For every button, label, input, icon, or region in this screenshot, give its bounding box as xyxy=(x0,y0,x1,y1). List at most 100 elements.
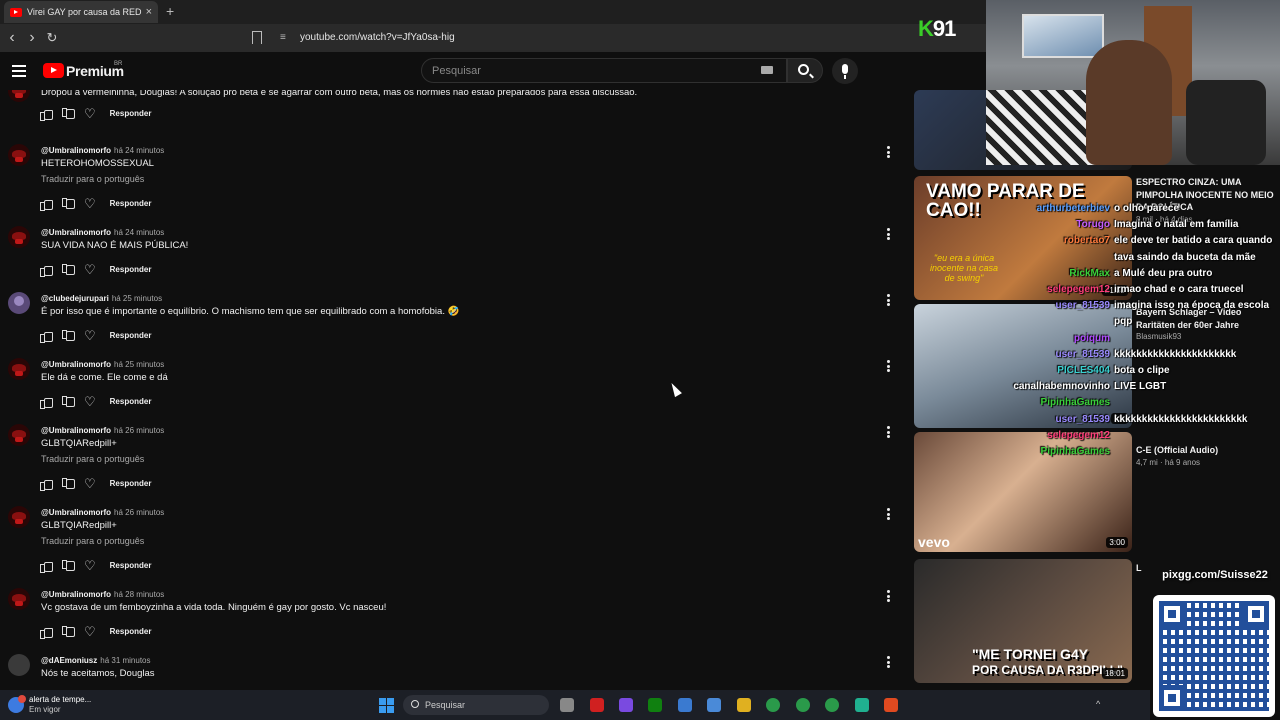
more-options-icon[interactable] xyxy=(887,426,890,438)
more-options-icon[interactable] xyxy=(887,590,890,602)
more-options-icon[interactable] xyxy=(887,294,890,306)
comment-author[interactable]: @Umbralinomorfo xyxy=(41,508,111,517)
comment-author[interactable]: @Umbralinomorfo xyxy=(41,590,111,599)
comment-author[interactable]: @Umbralinomorfo xyxy=(41,146,111,155)
avatar[interactable] xyxy=(8,654,30,676)
xbox-icon[interactable] xyxy=(648,698,662,712)
reply-button[interactable]: Responder xyxy=(110,561,152,570)
comment-time[interactable]: há 24 minutos xyxy=(114,146,164,155)
avatar[interactable] xyxy=(8,588,30,610)
comment-author[interactable]: @clubedejurupari xyxy=(41,294,109,303)
thumbs-down-icon[interactable] xyxy=(62,477,75,489)
thumbs-down-icon[interactable] xyxy=(62,625,75,637)
brave-icon[interactable] xyxy=(884,698,898,712)
thumbs-up-icon[interactable] xyxy=(40,478,53,491)
more-options-icon[interactable] xyxy=(887,228,890,240)
thumbs-up-icon[interactable] xyxy=(40,108,53,121)
avatar[interactable] xyxy=(8,226,30,248)
heart-icon[interactable]: ♡ xyxy=(84,263,96,276)
search-button[interactable] xyxy=(787,58,823,83)
thumbs-up-icon[interactable] xyxy=(40,560,53,573)
reply-button[interactable]: Responder xyxy=(110,199,152,208)
video-info[interactable]: ESPECTRO CINZA: UMA PIMPOLHA INOCENTE NO… xyxy=(1136,176,1276,225)
keyboard-icon[interactable] xyxy=(761,66,773,74)
heart-icon[interactable]: ♡ xyxy=(84,329,96,342)
comment-time[interactable]: há 31 minutos xyxy=(100,656,150,665)
reply-button[interactable]: Responder xyxy=(110,109,152,118)
menu-icon[interactable] xyxy=(12,65,26,77)
translate-link[interactable]: Traduzir para o português xyxy=(41,536,144,546)
comment-author[interactable]: @Umbralinomorfo xyxy=(41,228,111,237)
chrome-icon[interactable] xyxy=(825,698,839,712)
thumbs-down-icon[interactable] xyxy=(62,107,75,119)
app-icon[interactable] xyxy=(678,698,692,712)
app-icon[interactable] xyxy=(619,698,633,712)
back-icon[interactable]: ‹ xyxy=(2,29,22,47)
heart-icon[interactable]: ♡ xyxy=(84,477,96,490)
app-icon[interactable] xyxy=(855,698,869,712)
reply-button[interactable]: Responder xyxy=(110,397,152,406)
chrome-icon[interactable] xyxy=(766,698,780,712)
taskbar-search-input[interactable]: Pesquisar xyxy=(403,695,549,715)
reply-button[interactable]: Responder xyxy=(110,331,152,340)
more-options-icon[interactable] xyxy=(887,360,890,372)
thumbs-down-icon[interactable] xyxy=(62,559,75,571)
weather-widget[interactable]: alerta de tempe... Em vigor xyxy=(8,694,91,714)
site-info-icon[interactable]: ≡ xyxy=(280,32,286,43)
app-icon[interactable] xyxy=(590,698,604,712)
comment-time[interactable]: há 25 minutos xyxy=(114,360,164,369)
avatar[interactable] xyxy=(8,358,30,380)
thumbs-down-icon[interactable] xyxy=(62,395,75,407)
comment-time[interactable]: há 24 minutos xyxy=(114,228,164,237)
app-icon[interactable] xyxy=(707,698,721,712)
heart-icon[interactable]: ♡ xyxy=(84,559,96,572)
heart-icon[interactable]: ♡ xyxy=(84,107,96,120)
file-explorer-icon[interactable] xyxy=(737,698,751,712)
thumbs-down-icon[interactable] xyxy=(62,329,75,341)
search-input[interactable]: Pesquisar xyxy=(421,58,787,83)
avatar[interactable] xyxy=(8,506,30,528)
avatar[interactable] xyxy=(8,424,30,446)
reload-icon[interactable]: ↻ xyxy=(42,30,62,46)
thumbs-down-icon[interactable] xyxy=(62,197,75,209)
comment-time[interactable]: há 26 minutos xyxy=(114,508,164,517)
comment-time[interactable]: há 28 minutos xyxy=(114,590,164,599)
tray-expand-icon[interactable]: ^ xyxy=(1096,699,1100,709)
comment-time[interactable]: há 25 minutos xyxy=(112,294,162,303)
comment-author[interactable]: @Umbralinomorfo xyxy=(41,426,111,435)
reply-button[interactable]: Responder xyxy=(110,479,152,488)
more-options-icon[interactable] xyxy=(887,146,890,158)
thumbs-up-icon[interactable] xyxy=(40,264,53,277)
new-tab-icon[interactable]: + xyxy=(166,3,174,19)
bookmark-icon[interactable] xyxy=(252,31,262,44)
browser-tab[interactable]: Virei GAY por causa da REDPILL × xyxy=(4,1,158,23)
thumbs-up-icon[interactable] xyxy=(40,198,53,211)
translate-link[interactable]: Traduzir para o português xyxy=(41,174,144,184)
more-options-icon[interactable] xyxy=(887,508,890,520)
comment-author[interactable]: @dAEmoniusz xyxy=(41,656,97,665)
avatar[interactable] xyxy=(8,292,30,314)
microphone-icon[interactable] xyxy=(832,58,858,84)
comment-author[interactable]: @Umbralinomorfo xyxy=(41,360,111,369)
video-thumbnail[interactable]: "ME TORNEI G4Y POR CAUSA DA R3DPILL" 18:… xyxy=(914,559,1132,683)
avatar[interactable] xyxy=(8,90,30,102)
heart-icon[interactable]: ♡ xyxy=(84,197,96,210)
task-view-icon[interactable] xyxy=(560,698,574,712)
tab-close-icon[interactable]: × xyxy=(146,6,152,18)
avatar[interactable] xyxy=(8,144,30,166)
thumbs-up-icon[interactable] xyxy=(40,626,53,639)
forward-icon[interactable]: › xyxy=(22,29,42,47)
thumbs-up-icon[interactable] xyxy=(40,330,53,343)
heart-icon[interactable]: ♡ xyxy=(84,625,96,638)
reply-button[interactable]: Responder xyxy=(110,265,152,274)
more-options-icon[interactable] xyxy=(887,656,890,668)
translate-link[interactable]: Traduzir para o português xyxy=(41,454,144,464)
address-field[interactable]: youtube.com/watch?v=JfYa0sa-hig xyxy=(300,32,455,43)
thumbs-down-icon[interactable] xyxy=(62,263,75,275)
heart-icon[interactable]: ♡ xyxy=(84,395,96,408)
youtube-logo-icon[interactable] xyxy=(43,63,64,78)
reply-button[interactable]: Responder xyxy=(110,627,152,636)
chrome-icon[interactable] xyxy=(796,698,810,712)
windows-start-icon[interactable] xyxy=(379,698,394,713)
thumbs-up-icon[interactable] xyxy=(40,396,53,409)
